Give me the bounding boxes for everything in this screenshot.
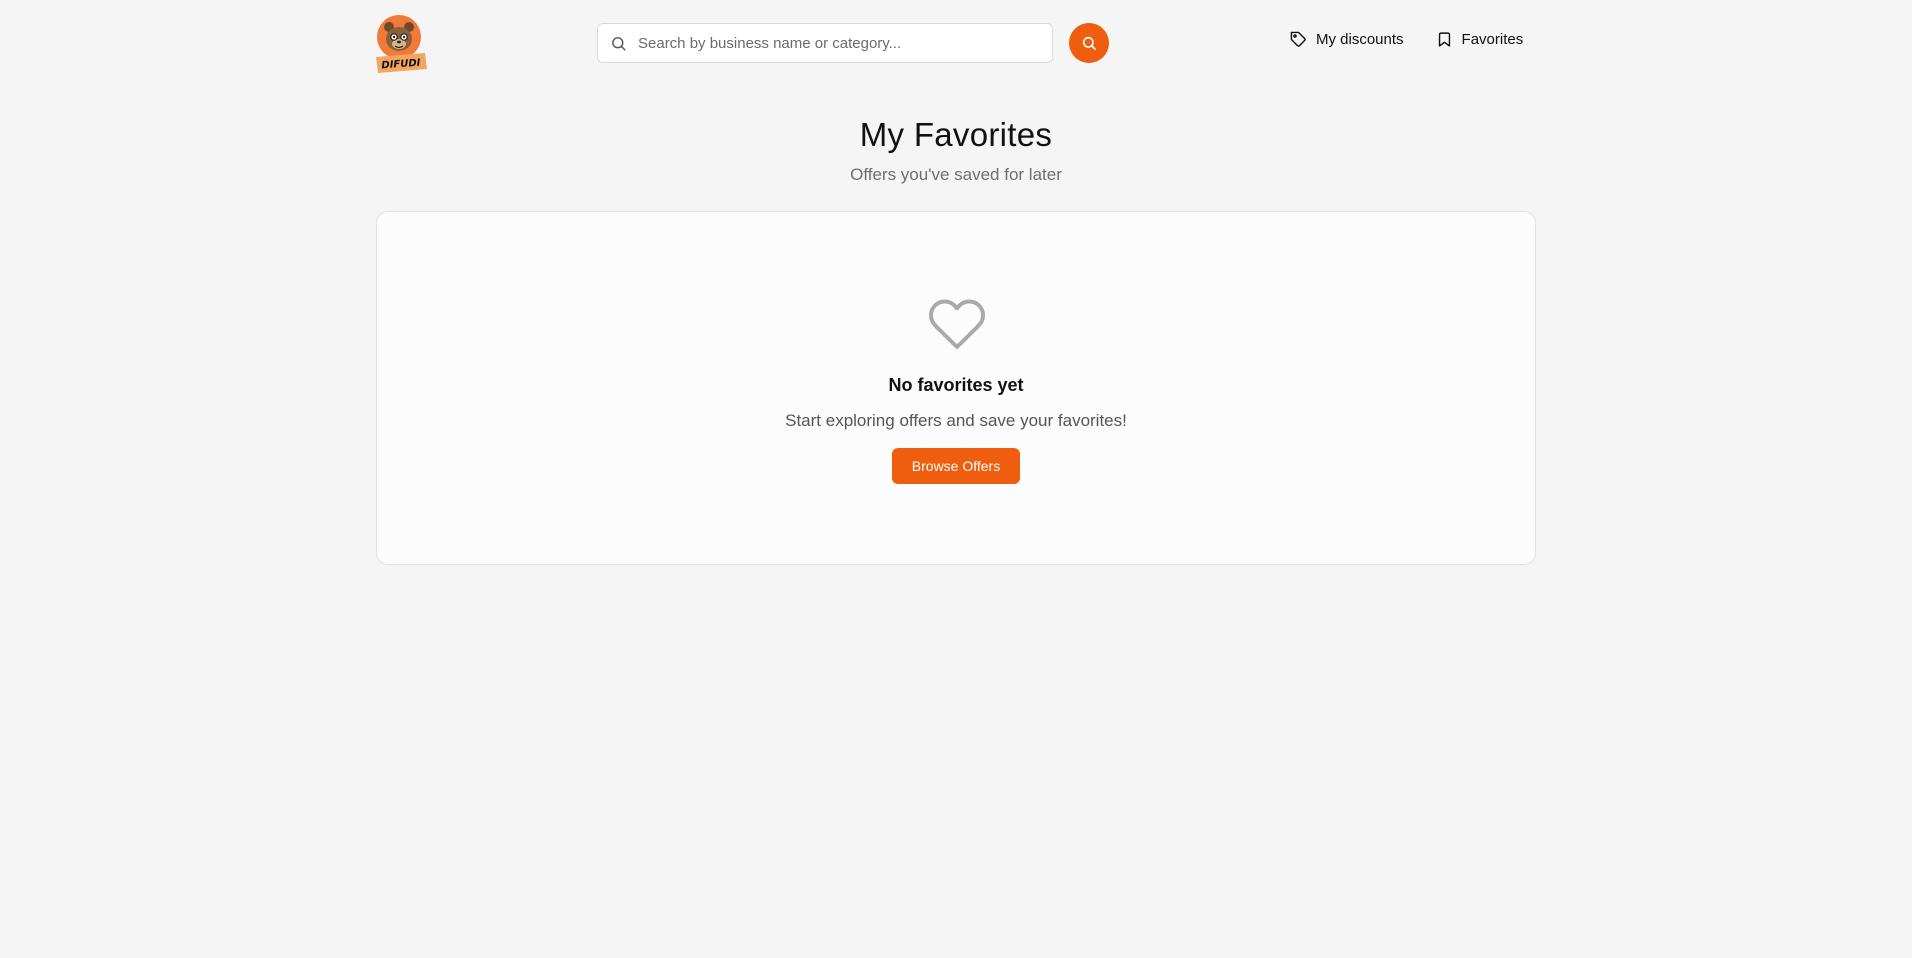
empty-state-title: No favorites yet [888, 375, 1024, 395]
browse-offers-button[interactable]: Browse Offers [892, 448, 1020, 484]
top-nav: My discounts Favorites [1290, 31, 1523, 48]
search-input[interactable] [638, 24, 1046, 62]
logo[interactable]: DIFUDI [375, 15, 427, 73]
nav-favorites-label: Favorites [1461, 31, 1524, 48]
search-icon [1082, 36, 1096, 50]
search-button[interactable] [1069, 23, 1109, 63]
nav-my-discounts-label: My discounts [1316, 31, 1404, 48]
header: DIFUDI My discounts Favorites [0, 0, 1912, 86]
page-title: My Favorites [859, 116, 1053, 153]
page-subtitle: Offers you've saved for later [850, 165, 1062, 184]
bookmark-icon [1438, 32, 1450, 47]
favorites-empty-card: No favorites yet Start exploring offers … [376, 211, 1536, 565]
search-icon [612, 37, 626, 51]
search-bar [597, 23, 1053, 63]
tag-icon [1290, 31, 1306, 47]
nav-my-discounts[interactable]: My discounts [1290, 31, 1404, 48]
heart-icon [929, 299, 986, 349]
nav-favorites[interactable]: Favorites [1436, 31, 1524, 48]
empty-state-text: Start exploring offers and save your fav… [785, 411, 1127, 430]
